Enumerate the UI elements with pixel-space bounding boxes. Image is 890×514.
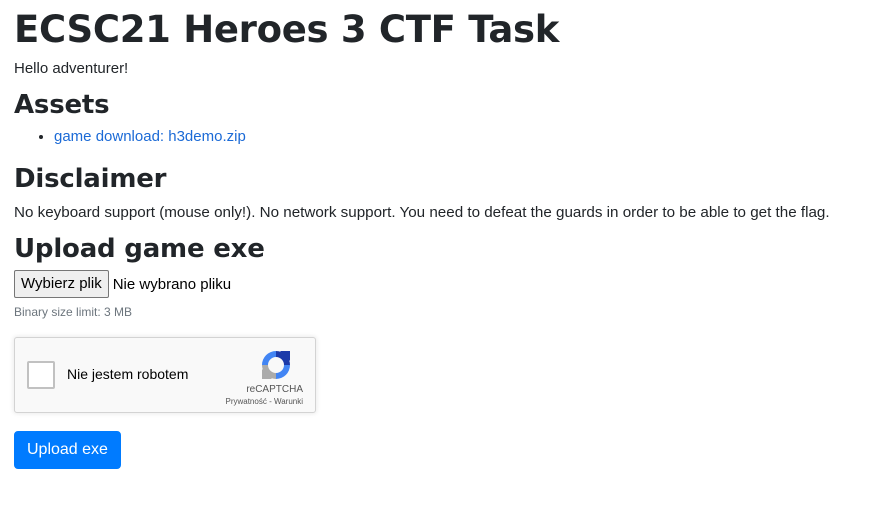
disclaimer-text: No keyboard support (mouse only!). No ne… bbox=[14, 204, 830, 221]
recaptcha-privacy-link[interactable]: Prywatność bbox=[225, 397, 266, 406]
file-input[interactable]: Wybierz plik Nie wybrano pliku bbox=[14, 269, 890, 299]
list-item: game download: h3demo.zip bbox=[54, 122, 890, 152]
size-limit-hint: Binary size limit: 3 MB bbox=[14, 305, 133, 319]
page-title: ECSC21 Heroes 3 CTF Task bbox=[14, 8, 560, 51]
upload-exe-button[interactable]: Upload exe bbox=[14, 431, 121, 469]
recaptcha-label: Nie jestem robotem bbox=[67, 366, 189, 382]
disclaimer-heading: Disclaimer bbox=[14, 164, 167, 194]
assets-list: game download: h3demo.zip bbox=[14, 122, 890, 162]
recaptcha-link-separator: - bbox=[266, 397, 274, 406]
recaptcha-checkbox[interactable] bbox=[27, 361, 55, 389]
recaptcha-terms-link[interactable]: Warunki bbox=[274, 397, 303, 406]
recaptcha-widget: Nie jestem robotem reCAPTCHA Prywatność … bbox=[14, 337, 316, 413]
assets-heading: Assets bbox=[14, 90, 110, 120]
page-container: ECSC21 Heroes 3 CTF Task Hello adventure… bbox=[0, 0, 890, 469]
recaptcha-logo-icon bbox=[262, 351, 290, 379]
file-status-text: Nie wybrano pliku bbox=[112, 275, 232, 293]
choose-file-button[interactable]: Wybierz plik bbox=[14, 270, 109, 298]
greeting-text: Hello adventurer! bbox=[14, 60, 129, 77]
recaptcha-brand: reCAPTCHA bbox=[246, 384, 303, 395]
recaptcha-links: Prywatność - Warunki bbox=[225, 397, 303, 406]
upload-heading: Upload game exe bbox=[14, 234, 265, 264]
game-download-link[interactable]: game download: h3demo.zip bbox=[54, 128, 246, 145]
